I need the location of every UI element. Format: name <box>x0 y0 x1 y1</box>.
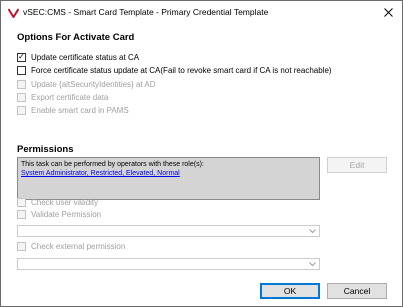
chevron-down-icon <box>308 260 317 269</box>
external-permission-dropdown[interactable] <box>17 258 320 270</box>
cancel-button[interactable]: Cancel <box>327 283 387 299</box>
validate-permission-checkbox[interactable]: Validate Permission <box>17 209 101 220</box>
dialog-window: vSEC:CMS - Smart Card Template - Primary… <box>0 0 403 307</box>
validate-permission-dropdown[interactable] <box>17 225 320 237</box>
checkbox-label: Update certificate status at CA <box>31 53 140 62</box>
options-heading: Options For Activate Card <box>17 32 135 43</box>
cancel-button-label: Cancel <box>343 286 371 296</box>
checkbox-label: Force certificate status update at CA(Fa… <box>31 66 332 75</box>
checkbox-box[interactable] <box>17 93 26 102</box>
checkbox-label: Enable smart card in PAMS <box>31 106 129 115</box>
permission-roles-link[interactable]: System Administrator, Restricted, Elevat… <box>21 169 316 178</box>
ok-button-label: OK <box>283 286 297 296</box>
edit-button[interactable]: Edit <box>327 157 387 173</box>
window-title: vSEC:CMS - Smart Card Template - Primary… <box>23 7 269 17</box>
checkbox-box[interactable]: ✓ <box>17 52 26 62</box>
update-alt-security-checkbox[interactable]: Update {altSecurityIdentities} at AD <box>17 79 156 90</box>
title-bar[interactable]: vSEC:CMS - Smart Card Template - Primary… <box>1 1 402 25</box>
permissions-heading: Permissions <box>17 144 74 155</box>
checkbox-label: Check user validity <box>31 198 99 207</box>
permissions-box: This task can be performed by operators … <box>17 157 320 200</box>
permissions-description: This task can be performed by operators … <box>21 161 204 168</box>
checkbox-box[interactable] <box>17 106 26 115</box>
checkmark-icon: ✓ <box>18 52 25 61</box>
check-user-validity-checkbox[interactable]: Check user validity <box>17 197 98 208</box>
export-cert-data-checkbox[interactable]: Export certificate data <box>17 92 108 103</box>
checkbox-box[interactable] <box>17 80 26 89</box>
ok-button[interactable]: OK <box>260 283 320 299</box>
force-cert-status-checkbox[interactable]: Force certificate status update at CA(Fa… <box>17 65 332 76</box>
enable-pams-checkbox[interactable]: Enable smart card in PAMS <box>17 105 129 116</box>
checkbox-box[interactable] <box>17 210 26 219</box>
checkbox-label: Check external permission <box>31 242 126 251</box>
close-button[interactable] <box>378 3 398 21</box>
checkbox-label: Export certificate data <box>31 93 109 102</box>
check-external-permission-checkbox[interactable]: Check external permission <box>17 241 125 252</box>
checkbox-box[interactable] <box>17 242 26 251</box>
checkbox-label: Validate Permission <box>31 210 102 219</box>
chevron-down-icon <box>308 227 317 236</box>
close-icon <box>383 7 393 17</box>
checkbox-box[interactable] <box>17 66 26 75</box>
vsec-logo-icon <box>8 8 19 18</box>
checkbox-label: Update {altSecurityIdentities} at AD <box>31 80 156 89</box>
update-cert-status-checkbox[interactable]: ✓ Update certificate status at CA <box>17 52 139 63</box>
checkbox-box[interactable] <box>17 198 26 207</box>
